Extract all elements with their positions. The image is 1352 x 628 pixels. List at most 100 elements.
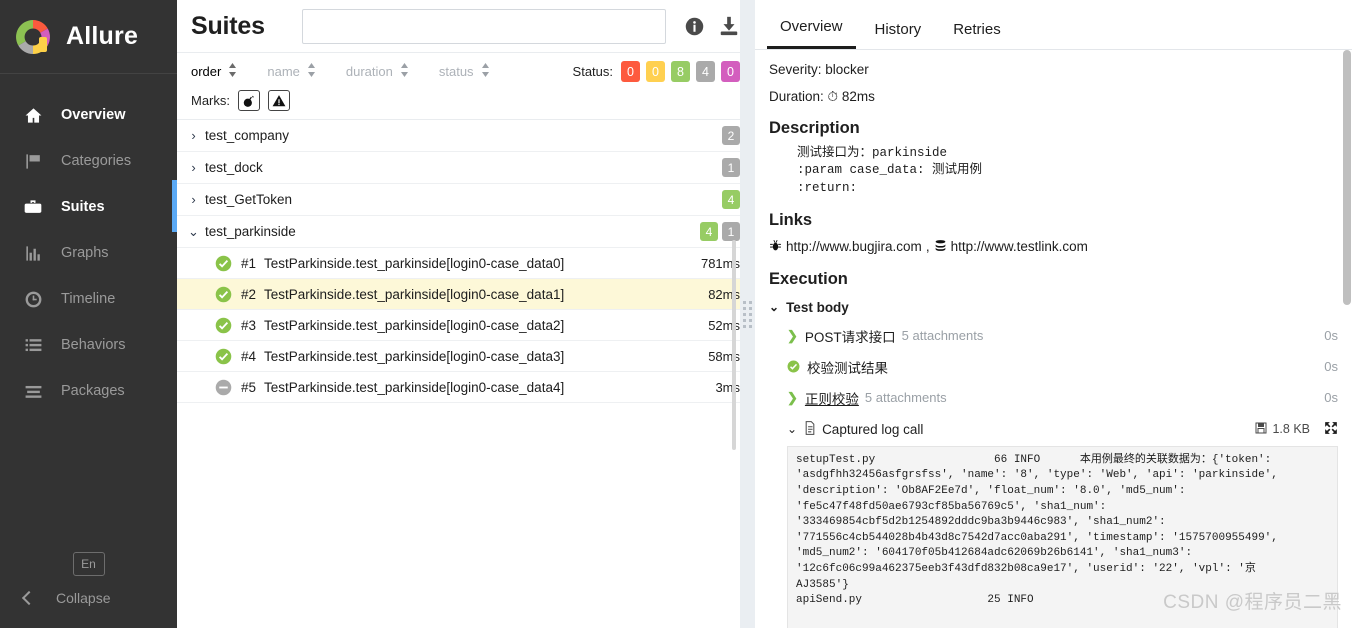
status-badge-broken[interactable]: 0 [646,61,665,82]
sidebar-label-behaviors: Behaviors [61,337,126,353]
suite-row-test_company[interactable]: › test_company 2 [177,120,754,152]
info-icon[interactable] [684,16,705,37]
table-row[interactable]: #3 TestParkinside.test_parkinside[login0… [177,310,754,341]
duration-value: 82ms [841,89,875,104]
table-row[interactable]: #4 TestParkinside.test_parkinside[login0… [177,341,754,372]
bar-chart-icon [22,242,44,264]
search-input[interactable] [301,8,666,44]
sidebar-nav: Overview Categories Suites Graphs Timeli… [0,74,177,414]
status-passed-icon [215,348,232,365]
tab-history[interactable]: History [862,21,935,49]
suite-row-test_GetToken[interactable]: › test_GetToken 4 [177,184,754,216]
sort-label-order: order [191,64,222,79]
step-name: 正则校验 [804,391,859,407]
status-badge-skipped[interactable]: 4 [696,61,715,82]
expand-icon[interactable] [1324,421,1338,438]
captured-log-content: setupTest.py 66 INFO 本用例最终的关联数据为：{'token… [787,445,1338,628]
step-name: POST请求接口 [804,329,896,345]
panel-resize-handle[interactable] [740,0,755,628]
warning-icon[interactable] [268,90,290,111]
sidebar-item-behaviors[interactable]: Behaviors [0,322,177,368]
bomb-icon[interactable] [238,90,260,111]
sort-arrows-icon [481,63,490,80]
test-number: #5 [241,379,257,395]
sidebar-item-packages[interactable]: Packages [0,368,177,414]
suites-panel: Suites order name duration status Status… [177,0,755,628]
table-row[interactable]: #2 TestParkinside.test_parkinside[login0… [177,279,754,310]
grip-dots-icon [743,300,752,328]
suites-scrollbar[interactable] [732,240,736,450]
download-icon[interactable] [718,15,740,37]
tab-retries[interactable]: Retries [940,21,1014,49]
test-number: #2 [241,286,257,302]
sort-label-status: status [438,64,474,79]
tab-overview[interactable]: Overview [767,18,856,49]
sidebar-label-categories: Categories [61,153,132,169]
step-duration: 0s [1324,359,1338,375]
detail-panel: Overview History Retries Severity: block… [755,0,1352,628]
sort-by-duration[interactable]: duration [346,63,409,80]
suite-count-skipped: 2 [722,126,740,145]
filters-bar: order name duration status Status: 0 0 8… [177,53,754,120]
chevron-right-icon: ❯ [787,389,798,405]
suite-counts: 4 [722,190,740,209]
marks-row: Marks: [191,90,740,111]
allure-report-app: Allure Overview Categories Suites Graphs… [0,0,1352,628]
suites-header: Suites [177,0,754,53]
detail-tabs: Overview History Retries [755,0,1352,50]
step-row-post-request[interactable]: ❯ POST请求接口 5 attachments 0s [769,326,1338,346]
bug-icon [769,239,782,255]
status-badge-unknown[interactable]: 0 [721,61,740,82]
table-row[interactable]: #5 TestParkinside.test_parkinside[login0… [177,372,754,403]
suite-count-skipped: 1 [722,158,740,177]
sidebar-item-graphs[interactable]: Graphs [0,230,177,276]
suite-counts: 4 1 [700,222,740,241]
brand-header: Allure [0,0,177,74]
sort-by-status[interactable]: status [439,63,490,80]
step-attachments: 5 attachments [901,328,984,344]
language-button[interactable]: En [72,552,105,576]
duration-label: Duration: [769,89,824,104]
table-row[interactable]: #1 TestParkinside.test_parkinside[login0… [177,248,754,279]
test-number: #4 [241,348,257,364]
suite-name: test_GetToken [205,192,293,207]
description-text: 测试接口为：parkinside :param case_data: 测试用例 … [797,146,983,195]
test-name: TestParkinside.test_parkinside[login0-ca… [264,348,565,364]
test-name: TestParkinside.test_parkinside[login0-ca… [264,317,565,333]
sidebar-footer: En Collapse [0,552,177,628]
sort-row: order name duration status Status: 0 0 8… [191,61,740,82]
suites-tree: › test_company 2 › test_dock 1 › test_Ge… [177,120,754,628]
collapse-button[interactable]: Collapse [0,590,177,606]
sidebar-item-timeline[interactable]: Timeline [0,276,177,322]
clock-icon [22,288,44,310]
sidebar-label-graphs: Graphs [61,245,109,261]
status-passed-icon [787,359,800,374]
link-testlink[interactable]: http://www.testlink.com [951,239,1088,254]
step-row-regex-verify[interactable]: ❯ 正则校验 5 attachments 0s [769,388,1338,408]
suite-row-test_dock[interactable]: › test_dock 1 [177,152,754,184]
detail-scrollbar[interactable] [1343,50,1351,305]
link-bugjira[interactable]: http://www.bugjira.com [786,239,922,254]
test-number: #1 [241,255,257,271]
suite-row-test_parkinside[interactable]: ⌄ test_parkinside 4 1 [177,216,754,248]
sidebar-item-suites[interactable]: Suites [0,184,177,230]
test-body-toggle[interactable]: ⌄ Test body [769,300,1338,315]
suite-count-passed: 4 [700,222,718,241]
suite-counts: 1 [722,158,740,177]
save-icon[interactable] [1255,422,1267,437]
marks-label: Marks: [191,93,230,108]
status-filter-label: Status: [572,64,613,79]
step-row-verify-result[interactable]: 校验测试结果 0s [769,357,1338,377]
brand-title: Allure [66,22,139,50]
sidebar-label-timeline: Timeline [61,291,116,307]
sidebar-item-categories[interactable]: Categories [0,138,177,184]
status-badge-failed[interactable]: 0 [621,61,640,82]
execution-title: Execution [769,269,848,288]
sort-by-order[interactable]: order [191,63,237,80]
sort-by-name[interactable]: name [267,63,316,80]
sidebar-item-overview[interactable]: Overview [0,92,177,138]
status-badge-passed[interactable]: 8 [671,61,690,82]
captured-log-toggle[interactable]: ⌄ Captured log call 1.8 KB [769,420,1338,438]
suite-name: test_parkinside [205,224,296,239]
chevron-right-icon: › [191,128,196,143]
